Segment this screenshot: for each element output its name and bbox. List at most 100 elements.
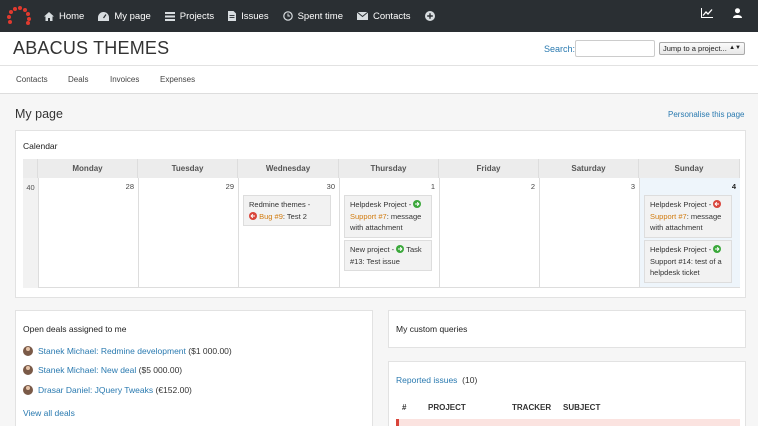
add-new-button[interactable] [424,11,440,21]
deal-amount: ($5 000.00) [138,365,183,375]
column-header-tracker[interactable]: TRACKER [512,403,551,412]
search-input[interactable] [575,40,655,57]
home-icon [44,11,54,21]
issue-tracker[interactable]: Support #14 [650,257,691,266]
plus-circle-icon [424,11,435,21]
jump-to-project-select[interactable]: Jump to a project... ▲▼ [659,42,745,55]
account-button[interactable] [733,8,742,20]
column-header-subject[interactable]: SUBJECT [563,403,600,412]
deal-link[interactable]: Stanek Michael: Redmine development [38,346,186,356]
avatar [23,365,33,375]
table-row[interactable] [396,419,740,426]
nav-spent-time-label: Spent time [297,10,343,22]
issue-start-arrow-icon [396,245,405,253]
issue-due-arrow-icon [713,200,722,208]
document-icon [228,11,237,21]
issue-subject: : Test issue [362,256,400,266]
deal-amount: (€152.00) [155,385,192,395]
reported-issues-heading: Reported issues (10) [396,375,477,385]
top-navigation-bar: Home My page Projects Issues Spent time … [0,0,758,32]
day-number: 2 [530,182,535,191]
week-number: 40 [23,178,38,288]
deals-title: Open deals assigned to me [23,324,127,334]
reported-issues-count: (10) [462,375,478,385]
calendar-day-cell: 1 Helpdesk Project - Support #7: message… [339,178,439,288]
page-title: My page [15,107,63,121]
calendar-issue[interactable]: Helpdesk Project - Support #7: message w… [344,195,432,238]
column-header-id[interactable]: # [402,403,406,412]
deal-item: Drasar Daniel: JQuery Tweaks (€152.00) [23,385,192,395]
tab-invoices[interactable]: Invoices [110,75,139,84]
tab-deals[interactable]: Deals [68,75,88,84]
open-deals-block: Open deals assigned to me Stanek Michael… [15,310,373,426]
day-header-tuesday: Tuesday [138,159,238,178]
deal-item: Stanek Michael: Redmine development ($1 … [23,346,232,356]
project-title: ABACUS THEMES [13,38,170,58]
nav-my-page-label: My page [114,10,151,22]
tab-expenses[interactable]: Expenses [160,75,195,84]
day-number: 29 [225,182,234,191]
deal-link[interactable]: Drasar Daniel: JQuery Tweaks [38,385,153,395]
jump-to-project-label: Jump to a project... [663,44,727,53]
day-number: 3 [630,182,635,191]
week-header-corner [23,159,38,178]
dashboard-icon [98,11,110,21]
nav-contacts[interactable]: Contacts [357,11,411,22]
day-number: 1 [430,182,435,191]
calendar-issue[interactable]: Helpdesk Project - Support #7: message w… [644,195,732,238]
nav-home-label: Home [59,10,85,22]
day-header-friday: Friday [439,159,539,178]
project-tabs: Contacts Deals Invoices Expenses [0,66,758,94]
day-header-saturday: Saturday [539,159,639,178]
nav-home[interactable]: Home [44,11,84,22]
issue-subject: : Test 2 [282,211,307,221]
reported-issues-link[interactable]: Reported issues [396,375,457,385]
avatar [23,385,33,395]
reported-issues-block: Reported issues (10) # PROJECT TRACKER S… [388,361,746,426]
nav-issues-label: Issues [241,10,269,22]
deal-link[interactable]: Stanek Michael: New deal [38,365,136,375]
custom-queries-block: My custom queries [388,310,746,348]
issue-start-arrow-icon [413,200,422,208]
issue-tracker-link[interactable]: Bug #9 [259,212,283,221]
nav-my-page[interactable]: My page [98,10,151,22]
issue-tracker-link[interactable]: Support #7 [650,212,687,221]
calendar-day-cell: 3 [539,178,639,288]
nav-issues[interactable]: Issues [228,10,269,22]
activity-button[interactable] [701,8,713,20]
deal-item: Stanek Michael: New deal ($5 000.00) [23,365,182,375]
app-logo[interactable] [6,6,32,26]
issue-tracker-link[interactable]: Support #7 [350,212,387,221]
day-header-sunday: Sunday [639,159,740,178]
calendar-day-cell: 2 [439,178,539,288]
select-arrows-icon: ▲▼ [729,45,741,51]
personalise-link[interactable]: Personalise this page [668,110,745,119]
calendar-issue[interactable]: Helpdesk Project - Support #14: test of … [644,240,732,283]
day-number: 30 [326,182,335,191]
nav-projects[interactable]: Projects [164,10,215,22]
nav-contacts-label: Contacts [373,10,411,22]
search-label[interactable]: Search: [544,44,575,54]
tab-contacts[interactable]: Contacts [16,75,48,84]
view-all-deals-link[interactable]: View all deals [23,408,75,418]
calendar-day-cell: 29 [138,178,238,288]
issue-project: Helpdesk Project - [650,245,712,254]
nav-projects-label: Projects [179,10,215,22]
calendar-block: Calendar Monday Tuesday Wednesday Thursd… [15,130,746,298]
calendar-title: Calendar [23,141,58,151]
issue-project: Helpdesk Project - [650,200,712,209]
column-header-project[interactable]: PROJECT [428,403,466,412]
calendar-issue[interactable]: New project - Task #13: Test issue [344,240,432,271]
day-header-thursday: Thursday [339,159,439,178]
day-number: 28 [125,182,134,191]
clock-icon [282,11,293,21]
deal-amount: ($1 000.00) [188,346,232,356]
issue-due-arrow-icon [249,211,257,220]
issue-start-arrow-icon [713,245,722,253]
calendar-issue[interactable]: Redmine themes - Bug #9: Test 2 [243,195,331,226]
avatar [23,346,33,356]
nav-spent-time[interactable]: Spent time [282,10,343,22]
calendar-day-cell: 28 [38,178,138,288]
calendar-day-cell-today: 4 Helpdesk Project - Support #7: message… [639,178,740,288]
day-header-monday: Monday [38,159,138,178]
